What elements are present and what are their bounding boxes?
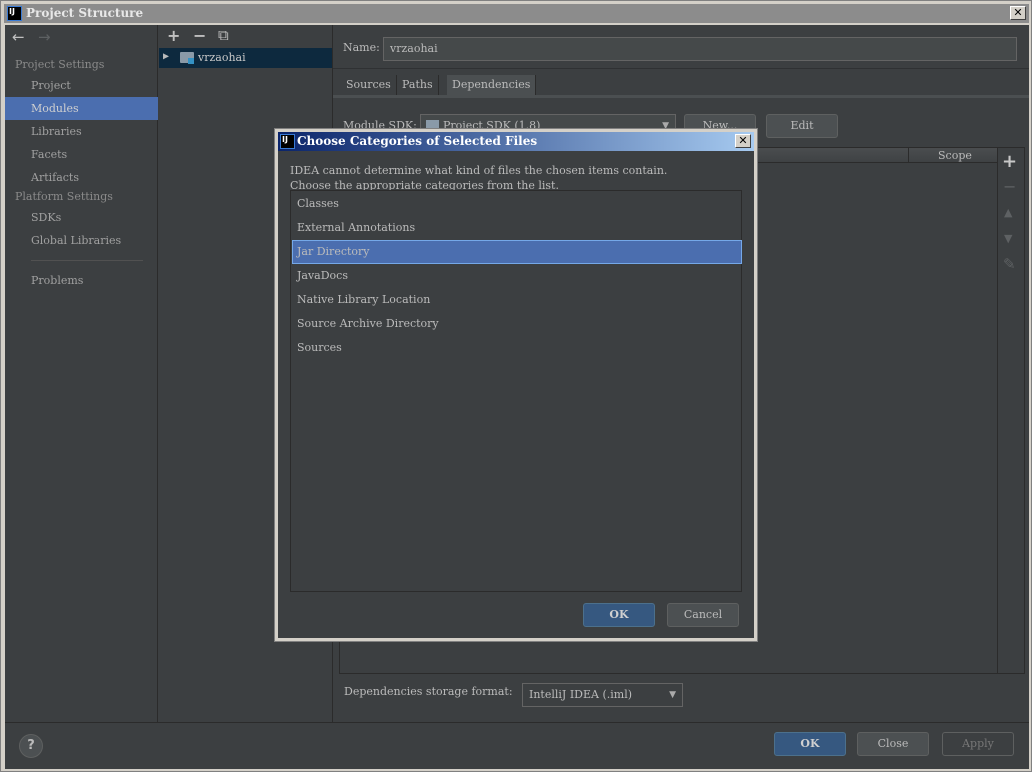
list-item-jar-directory[interactable]: Jar Directory — [292, 240, 742, 264]
storage-format-dropdown[interactable]: IntelliJ IDEA (.iml) ▼ — [522, 683, 683, 707]
list-item-classes[interactable]: Classes — [292, 192, 742, 216]
tab-sources[interactable]: Sources — [341, 75, 397, 95]
dialog-title-bar: IJ Choose Categories of Selected Files ✕ — [278, 132, 754, 151]
sidebar-item-facets[interactable]: Facets — [5, 143, 158, 166]
edit-sdk-button[interactable]: Edit — [766, 114, 838, 138]
apply-button[interactable]: Apply — [942, 732, 1014, 756]
module-name-input[interactable]: vrzaohai — [383, 37, 1017, 61]
tree-node-module[interactable]: ▶ vrzaohai — [159, 48, 332, 68]
dialog-cancel-button[interactable]: Cancel — [667, 603, 739, 627]
module-name: vrzaohai — [198, 51, 246, 64]
list-item-source-archive-directory[interactable]: Source Archive Directory — [292, 312, 742, 336]
edit-dependency-icon[interactable]: ✎ — [1003, 255, 1016, 273]
sidebar-item-modules[interactable]: Modules — [5, 97, 158, 120]
window-title: Project Structure — [26, 6, 144, 20]
remove-icon[interactable]: − — [193, 26, 206, 45]
dialog-close-button[interactable]: ✕ — [735, 134, 751, 148]
choose-categories-dialog: IJ Choose Categories of Selected Files ✕… — [274, 128, 758, 642]
storage-format-label: Dependencies storage format: — [344, 685, 513, 698]
sidebar-item-sdks[interactable]: SDKs — [5, 206, 158, 229]
expand-arrow-icon[interactable]: ▶ — [163, 51, 169, 62]
window-close-button[interactable]: ✕ — [1010, 6, 1026, 20]
back-arrow-icon[interactable]: ← — [12, 28, 25, 46]
help-button[interactable]: ? — [19, 734, 43, 758]
footer-bar: ? OK Close Apply — [5, 722, 1029, 769]
move-up-icon[interactable]: ▲ — [1004, 206, 1012, 219]
sidebar: ← → Project Settings Project Modules Lib… — [5, 25, 158, 722]
forward-arrow-icon[interactable]: → — [38, 28, 51, 46]
dialog-message-line-1: IDEA cannot determine what kind of files… — [290, 164, 668, 177]
sidebar-item-global-libraries[interactable]: Global Libraries — [5, 229, 158, 252]
ok-button[interactable]: OK — [774, 732, 846, 756]
list-item-javadocs[interactable]: JavaDocs — [292, 264, 742, 288]
sidebar-item-artifacts[interactable]: Artifacts — [5, 166, 158, 189]
intellij-logo-icon: IJ — [7, 6, 22, 21]
remove-dependency-icon[interactable]: − — [1003, 177, 1016, 196]
close-button[interactable]: Close — [857, 732, 929, 756]
sidebar-item-libraries[interactable]: Libraries — [5, 120, 158, 143]
intellij-logo-icon: IJ — [280, 134, 295, 149]
module-folder-icon — [180, 52, 194, 64]
list-item-sources[interactable]: Sources — [292, 336, 742, 360]
add-dependency-icon[interactable]: + — [1002, 151, 1017, 172]
sidebar-divider — [31, 260, 143, 261]
dialog-message: IDEA cannot determine what kind of files… — [290, 163, 667, 193]
sidebar-item-project[interactable]: Project — [5, 74, 158, 97]
move-down-icon[interactable]: ▼ — [1004, 232, 1012, 245]
scope-column-header[interactable]: Scope — [938, 149, 972, 162]
dependencies-toolbar: + − ▲ ▼ ✎ — [997, 147, 1025, 674]
add-icon[interactable]: + — [167, 26, 180, 45]
tab-dependencies[interactable]: Dependencies — [447, 75, 537, 95]
project-settings-header: Project Settings — [15, 58, 105, 71]
platform-settings-header: Platform Settings — [15, 190, 113, 203]
list-item-external-annotations[interactable]: External Annotations — [292, 216, 742, 240]
dialog-ok-button[interactable]: OK — [583, 603, 655, 627]
window-title-bar: IJ Project Structure ✕ — [4, 4, 1029, 23]
storage-format-value: IntelliJ IDEA (.iml) — [529, 688, 633, 701]
sidebar-item-problems[interactable]: Problems — [5, 269, 158, 292]
copy-icon[interactable]: ⧉ — [218, 26, 229, 44]
name-label: Name: — [343, 41, 380, 54]
list-item-native-library-location[interactable]: Native Library Location — [292, 288, 742, 312]
categories-list: Classes External Annotations Jar Directo… — [290, 190, 742, 592]
chevron-down-icon: ▼ — [669, 690, 676, 700]
tab-paths[interactable]: Paths — [397, 75, 439, 95]
dialog-title: Choose Categories of Selected Files — [297, 134, 538, 148]
